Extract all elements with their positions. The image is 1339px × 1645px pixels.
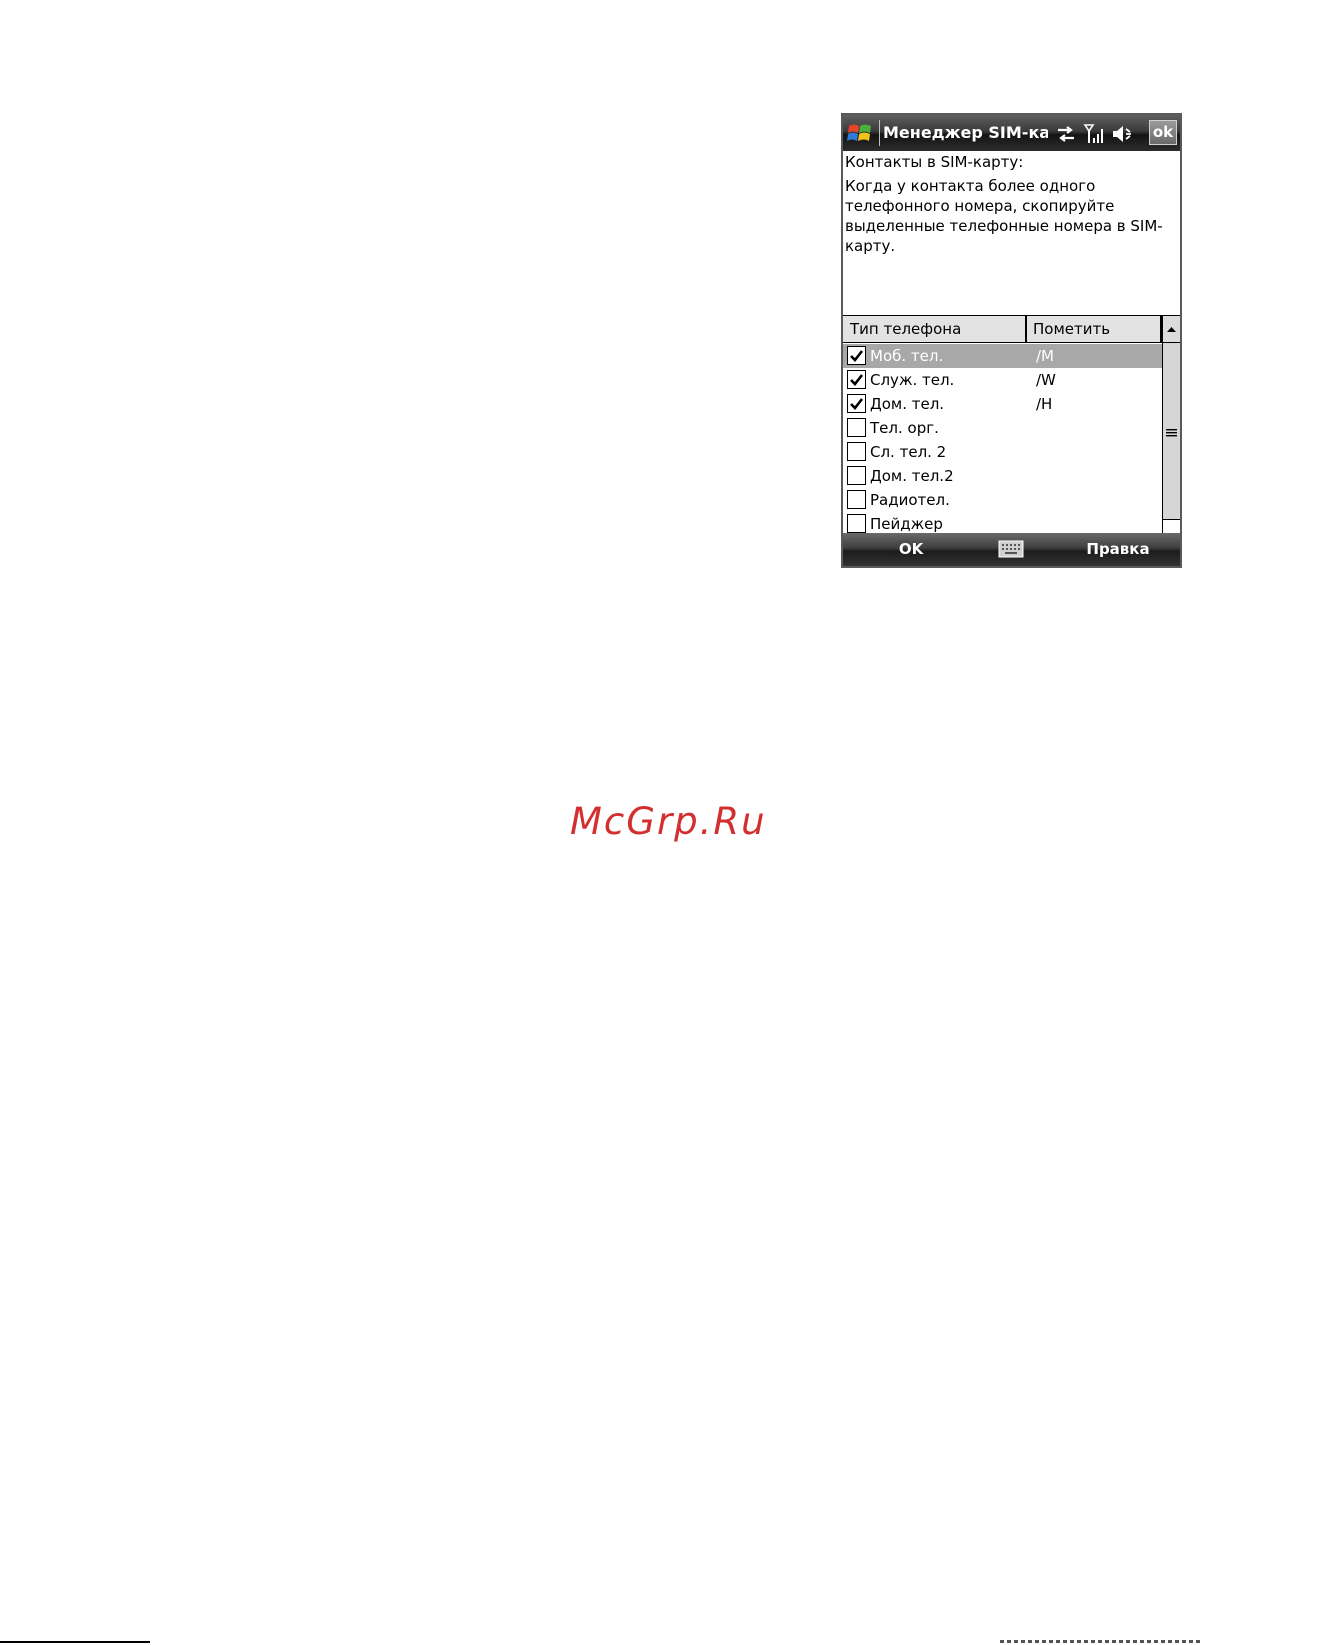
description-title: Контакты в SIM-карту:: [845, 153, 1024, 171]
grip-icon: [1166, 429, 1177, 437]
row-label: Моб. тел.: [870, 347, 944, 365]
signal-strength-icon[interactable]: [1083, 123, 1105, 145]
row-checkbox[interactable]: [847, 418, 866, 437]
column-header-mark[interactable]: Пометить: [1027, 316, 1162, 342]
page-rule-left: [0, 1641, 150, 1643]
list-item[interactable]: Тел. орг.: [843, 416, 1162, 440]
title-ok-button[interactable]: ok: [1149, 120, 1177, 145]
list-header: Тип телефона Пометить: [843, 316, 1162, 343]
scroll-up-button[interactable]: [1163, 316, 1180, 343]
sync-arrows-icon[interactable]: [1055, 123, 1077, 145]
page-rule-right: [1000, 1640, 1200, 1643]
row-label: Дом. тел.2: [870, 467, 954, 485]
title-separator: [879, 120, 880, 146]
row-label: Тел. орг.: [870, 419, 939, 437]
checkmark-icon: [850, 374, 864, 386]
soft-key-edit[interactable]: Правка: [1068, 533, 1168, 566]
scroll-thumb[interactable]: [1163, 343, 1180, 520]
checkmark-icon: [850, 350, 864, 362]
list-item[interactable]: Сл. тел. 2: [843, 440, 1162, 464]
row-checkbox[interactable]: [847, 394, 866, 413]
soft-key-bar: OK Правка: [843, 533, 1180, 566]
window-title: Менеджер SIM-кар: [883, 123, 1048, 142]
soft-key-ok[interactable]: OK: [891, 533, 931, 566]
row-checkbox[interactable]: [847, 490, 866, 509]
header-divider: [843, 342, 1162, 343]
row-checkbox[interactable]: [847, 370, 866, 389]
row-checkbox[interactable]: [847, 442, 866, 461]
watermark-text: McGrp.Ru: [570, 800, 767, 843]
description-text: Когда у контакта более одного телефонног…: [845, 177, 1163, 255]
row-label: Радиотел.: [870, 491, 950, 509]
list-item[interactable]: Дом. тел. /H: [843, 392, 1162, 416]
keyboard-icon[interactable]: [998, 540, 1024, 558]
column-header-phone-type[interactable]: Тип телефона: [843, 316, 1027, 342]
title-bar: Менеджер SIM-кар ok: [843, 115, 1180, 151]
row-mark: /H: [1036, 395, 1053, 413]
row-label: Сл. тел. 2: [870, 443, 947, 461]
row-mark: /M: [1036, 347, 1054, 365]
row-label: Служ. тел.: [870, 371, 955, 389]
row-checkbox[interactable]: [847, 514, 866, 533]
row-label: Дом. тел.: [870, 395, 945, 413]
phone-type-list[interactable]: Тип телефона Пометить Моб. тел. /M Служ. т…: [843, 315, 1180, 566]
pda-screen: Менеджер SIM-кар ok Контакты в SIM-карту…: [841, 113, 1182, 568]
arrow-up-icon: [1167, 327, 1176, 332]
list-item[interactable]: Служ. тел. /W: [843, 368, 1162, 392]
checkmark-icon: [850, 398, 864, 410]
windows-flag-icon: [847, 124, 871, 141]
list-item[interactable]: Моб. тел. /M: [843, 344, 1162, 368]
row-mark: /W: [1036, 371, 1056, 389]
list-item[interactable]: Радиотел.: [843, 488, 1162, 512]
row-checkbox[interactable]: [847, 466, 866, 485]
list-item[interactable]: Дом. тел.2: [843, 464, 1162, 488]
row-checkbox[interactable]: [847, 346, 866, 365]
start-button[interactable]: [845, 118, 875, 148]
speaker-muted-icon[interactable]: [1111, 123, 1133, 145]
vertical-scrollbar[interactable]: [1162, 316, 1180, 566]
